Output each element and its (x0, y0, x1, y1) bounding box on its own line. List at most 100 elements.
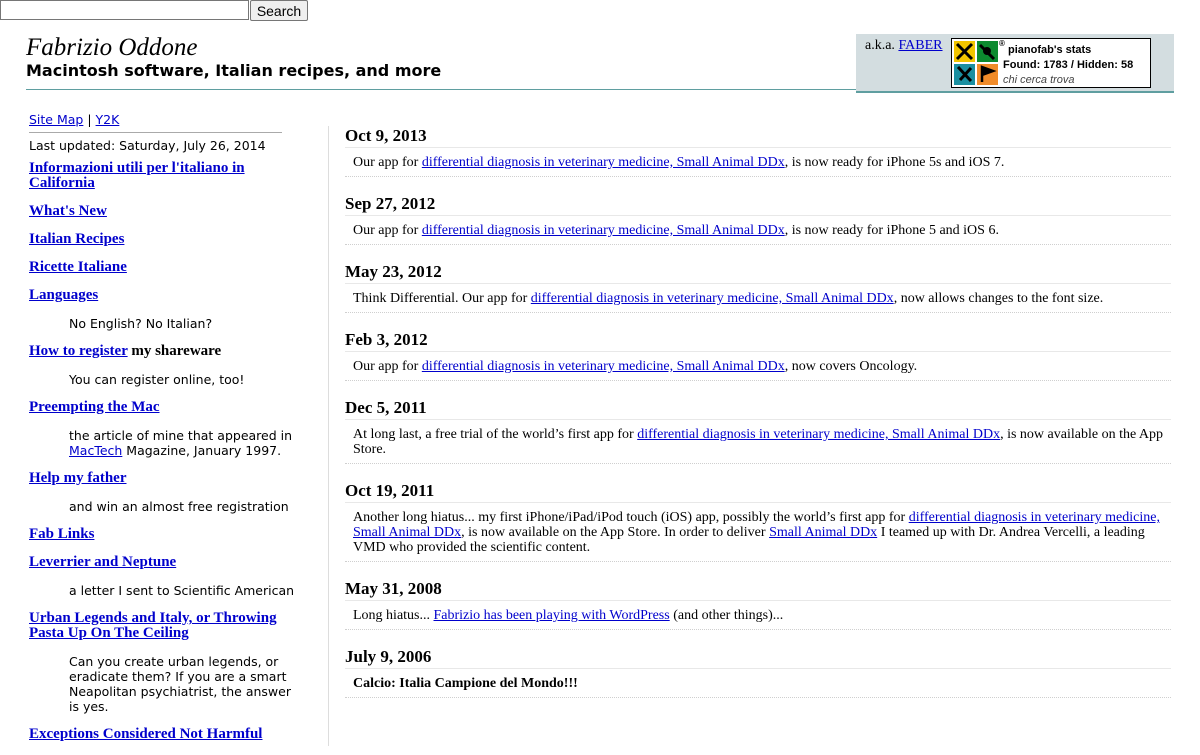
news-text: , now covers Oncology. (784, 359, 918, 374)
news-spacer (345, 177, 1171, 194)
sidebar-description: a letter I sent to Scientific American (69, 583, 295, 598)
sidebar-item: Languages (29, 288, 304, 303)
news-text: , is now ready for iPhone 5s and iOS 7. (784, 155, 1005, 170)
news-entry: July 9, 2006 Calcio: Italia Campione del … (345, 647, 1171, 698)
news-date: Feb 3, 2012 (345, 330, 1171, 352)
sidebar-item: What's New (29, 204, 304, 219)
sidebar-description: Can you create urban legends, or eradica… (69, 654, 291, 714)
sidebar-description: You can register online, too! (69, 372, 245, 387)
news-entry: Oct 19, 2011 Another long hiatus... my fi… (345, 481, 1171, 579)
search-input[interactable] (0, 0, 249, 20)
news-text: , now allows changes to the font size. (893, 291, 1104, 306)
news-entry: Feb 3, 2012 Our app for differential diag… (345, 330, 1171, 398)
news-body: Calcio: Italia Campione del Mondo!!! (345, 669, 1171, 691)
news-text: , is now ready for iPhone 5 and iOS 6. (784, 223, 999, 238)
search-button[interactable]: Search (250, 0, 308, 21)
news-entry: May 31, 2008 Long hiatus... Fabrizio has … (345, 579, 1171, 647)
news-body: At long last, a free trial of the world’… (345, 420, 1171, 457)
news-list: Oct 9, 2013 Our app for differential diag… (345, 126, 1171, 698)
news-date: May 31, 2008 (345, 579, 1171, 601)
sidebar-item: Urban Legends and Italy, or Throwing Pas… (29, 611, 304, 641)
news-link[interactable]: differential diagnosis in veterinary med… (422, 359, 785, 374)
registered-mark: ® (999, 39, 1005, 48)
news-body: Think Differential. Our app for differen… (345, 284, 1171, 306)
news-spacer (345, 630, 1171, 647)
aka-line: a.k.a. FABER (865, 38, 943, 54)
sidebar-description: No English? No Italian? (69, 316, 213, 331)
geocaching-stats-badge[interactable]: ® pianofab's stats Found: 1783 / Hidden:… (951, 38, 1151, 88)
news-body: Long hiatus... Fabrizio has been playing… (345, 601, 1171, 623)
news-text: (and other things)... (669, 608, 784, 623)
news-body: Our app for differential diagnosis in ve… (345, 148, 1171, 170)
column-divider (328, 126, 329, 746)
sidebar-link[interactable]: What's New (29, 203, 107, 219)
news-text: , is now available on the App Store. In … (461, 525, 770, 540)
badge-motto: chi cerca trova (1003, 74, 1075, 86)
news-divider (345, 697, 1171, 698)
news-link[interactable]: differential diagnosis in veterinary med… (637, 427, 1000, 442)
news-text: Our app for (353, 155, 422, 170)
news-date: Oct 9, 2013 (345, 126, 1171, 148)
news-date: Sep 27, 2012 (345, 194, 1171, 216)
sidebar-item: Fab Links (29, 527, 304, 542)
news-entry: Dec 5, 2011 At long last, a free trial of… (345, 398, 1171, 481)
aka-panel: a.k.a. FABER ® pianofab's stats Found: 1… (856, 34, 1174, 93)
sidebar-link[interactable]: Fab Links (29, 526, 94, 542)
sidebar-link-suffix: my shareware (127, 343, 222, 359)
geocaching-logo-icon (954, 41, 998, 85)
link-separator: | (87, 112, 92, 127)
sidebar-link[interactable]: Ricette Italiane (29, 259, 127, 275)
sidebar-item: Informazioni utili per l'italiano in Cal… (29, 161, 304, 191)
sidebar-item: Italian Recipes (29, 232, 304, 247)
news-link[interactable]: Small Animal DDx (769, 525, 877, 540)
news-spacer (345, 562, 1171, 579)
sidebar-link[interactable]: How to register (29, 343, 128, 359)
news-link[interactable]: differential diagnosis in veterinary med… (531, 291, 894, 306)
sidebar-link[interactable]: Italian Recipes (29, 231, 124, 247)
sidebar-item: Leverrier and Neptune (29, 555, 304, 570)
news-text: Another long hiatus... my first iPhone/i… (353, 510, 909, 525)
news-text: Our app for (353, 359, 422, 374)
news-link[interactable]: Fabrizio has been playing with WordPress (434, 608, 670, 623)
header-divider (26, 89, 856, 90)
sidebar-description: and win an almost free registration (69, 499, 289, 514)
news-entry: May 23, 2012 Think Differential. Our app … (345, 262, 1171, 330)
news-entry: Oct 9, 2013 Our app for differential diag… (345, 126, 1171, 194)
news-body: Another long hiatus... my first iPhone/i… (345, 503, 1171, 555)
last-updated: Last updated: Saturday, July 26, 2014 (29, 138, 266, 153)
news-date: May 23, 2012 (345, 262, 1171, 284)
y2k-link[interactable]: Y2K (96, 112, 120, 127)
sidebar-divider (29, 132, 282, 133)
news-text: Calcio: Italia Campione del Mondo!!! (353, 676, 578, 691)
news-spacer (345, 381, 1171, 398)
news-date: July 9, 2006 (345, 647, 1171, 669)
news-link[interactable]: differential diagnosis in veterinary med… (422, 223, 785, 238)
sidebar-link[interactable]: Informazioni utili per l'italiano in Cal… (29, 160, 245, 191)
news-link[interactable]: differential diagnosis in veterinary med… (422, 155, 785, 170)
site-name: Fabrizio Oddone (26, 34, 198, 61)
aka-prefix: a.k.a. (865, 38, 895, 53)
news-text: Think Differential. Our app for (353, 291, 531, 306)
faber-link[interactable]: FABER (898, 38, 942, 53)
sidebar-top-links: Site Map | Y2K (29, 112, 304, 128)
description-text: the article of mine that appeared in (69, 428, 293, 443)
news-spacer (345, 464, 1171, 481)
sidebar-link[interactable]: Urban Legends and Italy, or Throwing Pas… (29, 610, 277, 641)
sidebar-link[interactable]: Languages (29, 287, 98, 303)
sidebar-link[interactable]: Leverrier and Neptune (29, 554, 176, 570)
news-date: Dec 5, 2011 (345, 398, 1171, 420)
site-tagline: Macintosh software, Italian recipes, and… (26, 61, 442, 80)
sidebar: Site Map | Y2K Last updated: Saturday, J… (29, 112, 304, 755)
sidebar-item: Ricette Italiane (29, 260, 304, 275)
sidebar-item: Preempting the Mac (29, 400, 304, 415)
news-text: At long last, a free trial of the world’… (353, 427, 638, 442)
sidebar-link[interactable]: Help my father (29, 470, 126, 486)
sidebar-item: Help my father (29, 471, 304, 486)
news-text: Long hiatus... (353, 608, 434, 623)
sidebar-nav: Informazioni utili per l'italiano in Cal… (29, 161, 304, 742)
news-entry: Sep 27, 2012 Our app for differential dia… (345, 194, 1171, 262)
sidebar-link[interactable]: Preempting the Mac (29, 399, 160, 415)
site-map-link[interactable]: Site Map (29, 112, 83, 127)
news-body: Our app for differential diagnosis in ve… (345, 216, 1171, 238)
mactech-link[interactable]: MacTech (69, 443, 122, 458)
